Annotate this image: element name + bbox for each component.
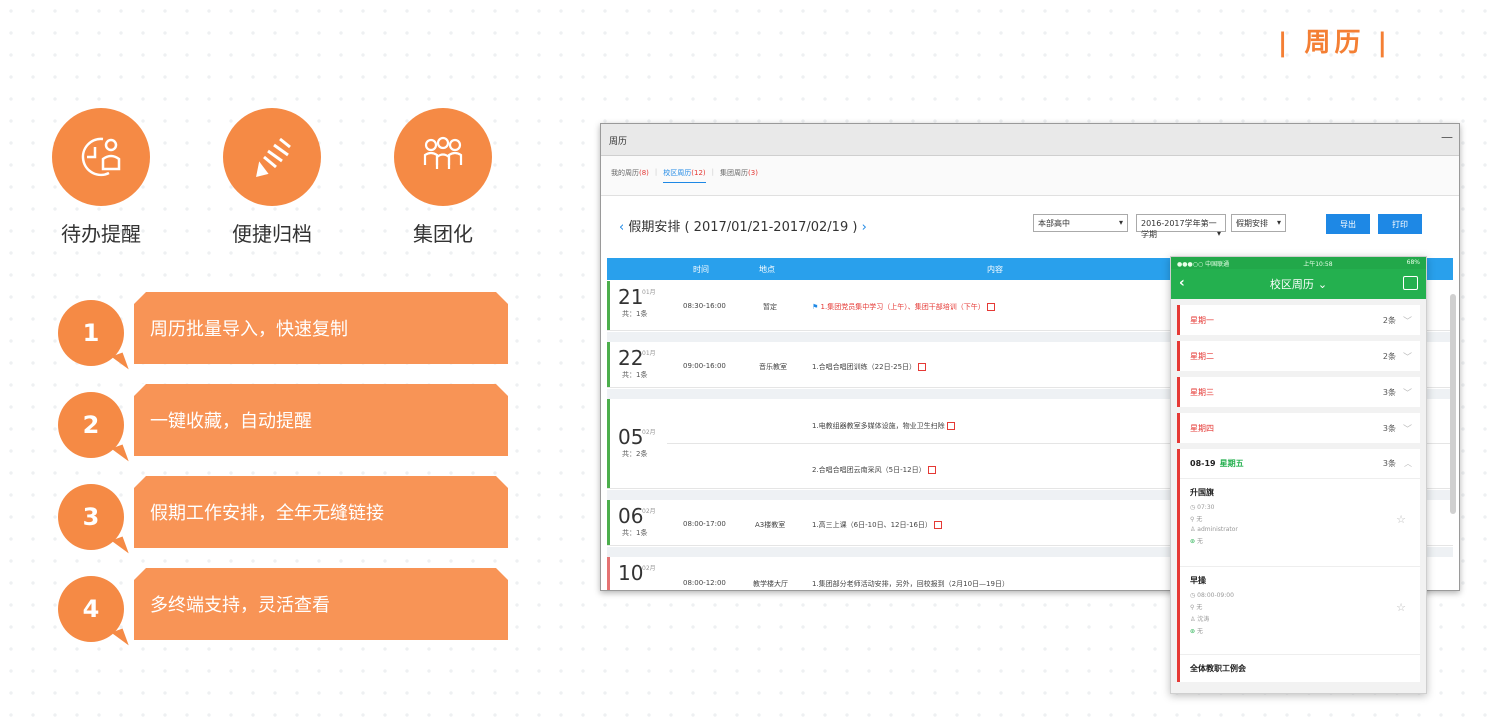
note-icon: ⊛: [1190, 628, 1197, 635]
clock-person-icon: [52, 108, 150, 206]
star-icon[interactable]: ☆: [1396, 601, 1406, 614]
phone-screen: ●●●○○ 中国联通 上午10:58 68% ‹ 校区周历 ⌄ 星期一 2条 ﹀ 星期二…: [1170, 256, 1427, 694]
row-place: A3楼教室: [755, 521, 786, 529]
calendar-icon[interactable]: [1403, 276, 1418, 290]
row-content-2[interactable]: 2.合唱合唱团云南采风（5日-12日）: [812, 465, 936, 475]
tab-bar: 我的周历(8) | 校区周历(12) | 集团周历(3): [601, 156, 1459, 196]
prev-arrow-icon[interactable]: ‹: [619, 220, 624, 235]
day-item-thursday[interactable]: 星期四 3条 ﹀: [1177, 413, 1420, 443]
row-time: 08:00-12:00: [683, 579, 726, 587]
col-place: 地点: [759, 265, 775, 274]
row-content[interactable]: 1.高三上课（6日-10日、12日-16日）: [812, 520, 942, 530]
bullet-number: 3: [58, 484, 124, 550]
event-item[interactable]: 早操 ◷ 08:00-09:00 ⚲ 无 ♙ 沈涛 ⊛ 无 ☆: [1180, 567, 1420, 655]
tag-icon: [927, 466, 936, 474]
day-item-wednesday[interactable]: 星期三 3条 ﹀: [1177, 377, 1420, 407]
print-button[interactable]: 打印: [1378, 214, 1422, 234]
tab-my-calendar[interactable]: 我的周历(8): [611, 168, 649, 183]
event-item[interactable]: 升国旗 ◷ 07:30 ⚲ 无 ♙ administrator ⊛ 无 ☆: [1180, 479, 1420, 567]
star-icon[interactable]: ☆: [1396, 513, 1406, 526]
bullet-item: 3 假期工作安排，全年无缝链接: [38, 476, 508, 550]
tab-campus-calendar[interactable]: 校区周历(12): [663, 168, 706, 183]
chevron-down-icon: ﹀: [1402, 316, 1412, 327]
flag-icon: ⚑: [812, 303, 821, 311]
page-title: | 周历 |: [1277, 28, 1391, 58]
bullet-item: 1 周历批量导入，快速复制: [38, 292, 508, 366]
row-date: 05 02月 共：2条: [607, 399, 667, 488]
row-date: 10 02月: [607, 557, 667, 590]
window-title: 周历: [609, 137, 628, 147]
bullet-item: 4 多终端支持，灵活查看: [38, 568, 508, 642]
tab-group-calendar[interactable]: 集团周历(3): [720, 168, 758, 183]
feature-group: 集团化: [388, 108, 498, 247]
tag-icon: [933, 521, 942, 529]
day-item-friday-expanded[interactable]: 08-19 星期五 3条 ︿ 升国旗 ◷ 07:30 ⚲ 无 ♙ administr…: [1177, 449, 1420, 682]
bullet-number: 4: [58, 576, 124, 642]
group-icon: [394, 108, 492, 206]
col-content: 内容: [987, 265, 1003, 274]
bullet-text: 假期工作安排，全年无缝链接: [134, 476, 508, 548]
row-place: 教学楼大厅: [753, 580, 788, 588]
row-time: 08:30-16:00: [683, 302, 726, 310]
minimize-icon[interactable]: —: [1441, 130, 1453, 144]
row-time: 09:00-16:00: [683, 362, 726, 370]
feature-reminder: 待办提醒: [46, 108, 156, 247]
note-icon: ⊛: [1190, 538, 1197, 545]
col-time: 时间: [693, 265, 709, 274]
row-date: 06 02月 共：1条: [607, 500, 667, 545]
toolbar: ‹ 假期安排 ( 2017/01/21-2017/02/19 ) › 本部高中 ▾…: [601, 196, 1459, 250]
tag-icon: [946, 422, 955, 430]
scrollbar[interactable]: [1450, 294, 1456, 514]
term-select[interactable]: 2016-2017学年第一学期 ▾: [1136, 214, 1226, 239]
tag-icon: [918, 363, 927, 371]
export-button[interactable]: 导出: [1326, 214, 1370, 234]
bullet-number: 2: [58, 392, 124, 458]
chevron-down-icon[interactable]: ⌄: [1318, 278, 1327, 291]
phone-title[interactable]: 校区周历: [1270, 276, 1314, 292]
row-time: 08:00-17:00: [683, 520, 726, 528]
row-content[interactable]: 1.电教组器教室多媒体设施，物业卫生扫除: [812, 421, 955, 431]
chevron-up-icon: ︿: [1404, 459, 1412, 468]
feature-label: 集团化: [413, 222, 473, 246]
day-header[interactable]: 08-19 星期五 3条 ︿: [1180, 449, 1420, 479]
status-bar: ●●●○○ 中国联通 上午10:58 68%: [1171, 257, 1426, 269]
bullet-text: 一键收藏，自动提醒: [134, 384, 508, 456]
next-arrow-icon[interactable]: ›: [862, 220, 867, 235]
day-item-tuesday[interactable]: 星期二 2条 ﹀: [1177, 341, 1420, 371]
row-date: 22 01月 共：1条: [607, 342, 667, 387]
chevron-down-icon: ﹀: [1402, 388, 1412, 399]
date-range: ‹ 假期安排 ( 2017/01/21-2017/02/19 ) ›: [619, 216, 867, 235]
row-content[interactable]: ⚑ 1.集团党员集中学习（上午）、集团干部培训（下午）: [812, 302, 995, 312]
bullet-number: 1: [58, 300, 124, 366]
bullet-text: 多终端支持，灵活查看: [134, 568, 508, 640]
chevron-down-icon: ﹀: [1402, 352, 1412, 363]
type-select[interactable]: 假期安排 ▾: [1231, 214, 1286, 232]
tag-icon: [986, 303, 995, 311]
day-item-monday[interactable]: 星期一 2条 ﹀: [1177, 305, 1420, 335]
chevron-down-icon: ﹀: [1402, 424, 1412, 435]
page: | 周历 | 待办提醒 便捷归档 集团化 1 周历批量导入，快速复制 2 一键收…: [0, 0, 1491, 723]
window-titlebar: 周历 —: [601, 124, 1459, 156]
row-content[interactable]: 1.集团部分老师活动安排，另外，回校报到（2月10日—19日）: [812, 579, 1009, 589]
event-item[interactable]: 全体教职工例会: [1180, 655, 1420, 682]
range-text: 假期安排 ( 2017/01/21-2017/02/19 ): [628, 220, 858, 235]
campus-select[interactable]: 本部高中 ▾: [1033, 214, 1128, 232]
bullet-text: 周历批量导入，快速复制: [134, 292, 508, 364]
row-place: 音乐教室: [759, 363, 787, 371]
feature-archive: 便捷归档: [217, 108, 327, 247]
row-date: 21 01月 共：1条: [607, 281, 667, 330]
phone-header: ‹ 校区周历 ⌄: [1171, 269, 1426, 299]
bullet-item: 2 一键收藏，自动提醒: [38, 384, 508, 458]
row-place: 暂定: [763, 303, 777, 311]
feature-label: 待办提醒: [61, 222, 141, 246]
feature-label: 便捷归档: [232, 222, 312, 246]
archive-icon: [223, 108, 321, 206]
back-icon[interactable]: ‹: [1179, 275, 1185, 291]
row-content[interactable]: 1.合唱合唱团训练（22日-25日）: [812, 362, 927, 372]
